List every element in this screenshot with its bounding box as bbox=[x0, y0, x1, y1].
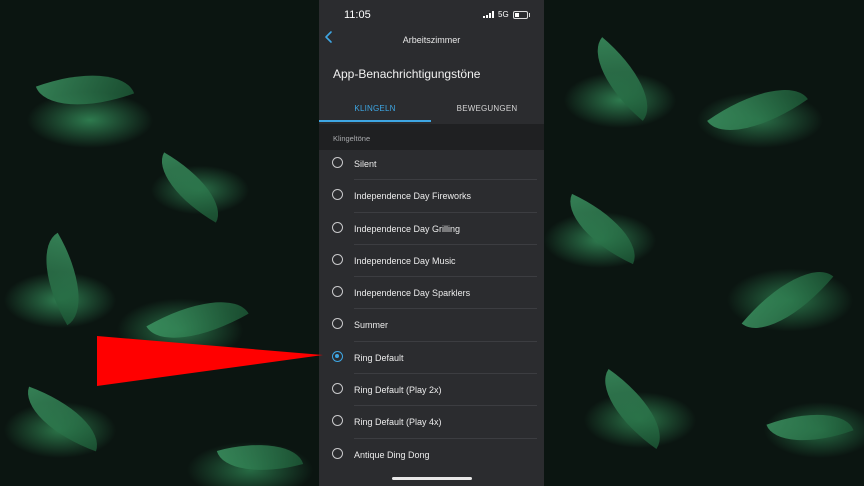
background-leaf bbox=[16, 386, 109, 452]
ringtone-option[interactable]: Summer bbox=[319, 309, 544, 342]
ringtone-option[interactable]: Independence Day Fireworks bbox=[319, 180, 544, 213]
red-arrow-annotation bbox=[97, 336, 323, 386]
background-leaf bbox=[35, 55, 135, 125]
tab-bewegungen[interactable]: BEWEGUNGEN bbox=[431, 96, 543, 122]
ringtone-label: Independence Day Music bbox=[354, 255, 456, 266]
ringtone-label: Ring Default bbox=[354, 352, 404, 363]
tab-bar: KLINGELN BEWEGUNGEN bbox=[319, 96, 544, 122]
background-leaf bbox=[577, 37, 668, 121]
background-leaf bbox=[741, 250, 834, 350]
radio-button[interactable] bbox=[332, 253, 343, 265]
radio-button[interactable] bbox=[332, 318, 343, 330]
background-leaf bbox=[766, 397, 854, 458]
radio-button[interactable] bbox=[332, 447, 343, 459]
radio-button[interactable] bbox=[332, 415, 343, 427]
background-leaf bbox=[555, 193, 650, 265]
background-leaf bbox=[216, 430, 304, 485]
phone-screen: 11:05 5G Arbeitszimmer App-Benachrichtig… bbox=[319, 0, 544, 486]
signal-bars-icon bbox=[483, 11, 494, 18]
radio-button[interactable] bbox=[332, 286, 343, 298]
ringtone-label: Antique Ding Dong bbox=[354, 449, 430, 460]
section-header: Klingeltöne bbox=[319, 124, 544, 150]
ringtone-option[interactable]: Ring Default (Play 2x) bbox=[319, 374, 544, 407]
ringtone-option[interactable]: Antique Ding Dong bbox=[319, 439, 544, 471]
ringtone-label: Ring Default (Play 2x) bbox=[354, 385, 442, 396]
ringtone-label: Independence Day Fireworks bbox=[354, 191, 472, 202]
ringtone-list: Silent Independence Day Fireworks Indepe… bbox=[319, 148, 544, 471]
home-indicator bbox=[392, 477, 472, 480]
status-time: 11:05 bbox=[344, 9, 371, 21]
ringtone-option[interactable]: Ring Default (Play 4x) bbox=[319, 406, 544, 439]
background-leaf bbox=[24, 232, 101, 326]
ringtone-label: Independence Day Sparklers bbox=[354, 288, 471, 299]
radio-button-selected[interactable] bbox=[332, 350, 343, 362]
page-title: App-Benachrichtigungstöne bbox=[333, 67, 481, 81]
ringtone-label: Ring Default (Play 4x) bbox=[354, 417, 442, 428]
network-label: 5G bbox=[498, 10, 509, 19]
background-leaf bbox=[146, 152, 234, 223]
background-leaf bbox=[707, 66, 808, 154]
ringtone-label: Silent bbox=[354, 159, 377, 169]
section-label: Klingeltöne bbox=[333, 134, 371, 143]
ringtone-option[interactable]: Independence Day Music bbox=[319, 245, 544, 278]
ringtone-option-selected[interactable]: Ring Default bbox=[319, 342, 544, 375]
nav-bar: Arbeitszimmer bbox=[319, 30, 544, 52]
radio-button[interactable] bbox=[332, 383, 343, 395]
ringtone-label: Summer bbox=[354, 320, 389, 331]
radio-button[interactable] bbox=[332, 189, 343, 201]
battery-icon bbox=[513, 11, 530, 19]
ringtone-option[interactable]: Silent bbox=[319, 148, 544, 181]
tab-klingeln[interactable]: KLINGELN bbox=[319, 96, 431, 122]
status-bar: 11:05 5G bbox=[319, 0, 544, 30]
background-leaf bbox=[586, 369, 679, 449]
nav-title: Arbeitszimmer bbox=[402, 35, 461, 45]
ringtone-label: Independence Day Grilling bbox=[354, 223, 461, 234]
radio-button[interactable] bbox=[332, 221, 343, 233]
ringtone-option[interactable]: Independence Day Grilling bbox=[319, 213, 544, 245]
ringtone-option[interactable]: Independence Day Sparklers bbox=[319, 277, 544, 310]
radio-button[interactable] bbox=[332, 157, 343, 168]
